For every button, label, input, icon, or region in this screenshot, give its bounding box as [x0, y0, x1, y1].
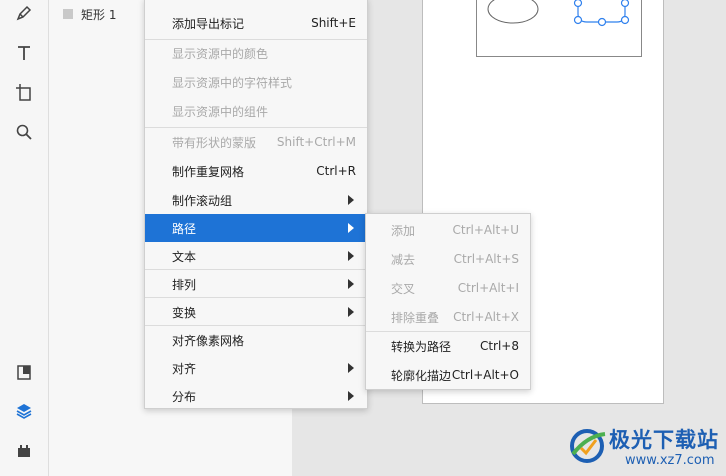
menu-item-label: 显示资源中的颜色	[172, 46, 269, 61]
menu-item-label: 对齐	[172, 361, 197, 376]
menu-item-label: 带有形状的蒙版	[172, 135, 257, 150]
pen-tool-icon[interactable]	[12, 1, 36, 25]
menu-item-add-export-mark[interactable]: 添加导出标记 Shift+E	[145, 9, 367, 37]
submenu-arrow-icon	[348, 251, 354, 261]
submenu-item-outline-stroke[interactable]: 轮廓化描边 Ctrl+Alt+O	[366, 361, 530, 389]
ellipse-shape[interactable]	[487, 0, 539, 24]
submenu-item-exclude-overlap[interactable]: 排除重叠 Ctrl+Alt+X	[366, 303, 530, 331]
menu-item-label: 交叉	[391, 281, 416, 296]
menu-item-shortcut: Shift+Ctrl+M	[276, 135, 356, 149]
menu-item-pixel-grid[interactable]: 对齐像素网格	[145, 326, 367, 354]
menu-item-label: 分布	[172, 389, 197, 404]
menu-item-label: 减去	[391, 252, 416, 267]
plugins-panel-icon[interactable]	[12, 439, 36, 463]
menu-item-shortcut: Ctrl+R	[316, 164, 356, 178]
rectangle-layer-icon	[63, 9, 73, 19]
anchor-point[interactable]	[573, 0, 583, 8]
menu-item-shortcut: Ctrl+Alt+O	[451, 368, 519, 382]
submenu-arrow-icon	[348, 307, 354, 317]
menu-item-text[interactable]: 文本	[145, 242, 367, 270]
menu-item-label: 添加	[391, 223, 416, 238]
inner-frame[interactable]	[476, 0, 642, 57]
menu-item-shortcut: Ctrl+Alt+I	[457, 281, 519, 295]
watermark-title: 极光下载站	[609, 428, 719, 452]
menu-item-label: 排列	[172, 277, 197, 292]
context-menu: 添加导出标记 Shift+E 显示资源中的颜色 显示资源中的字符样式 显示资源中…	[144, 0, 368, 409]
menu-item-shortcut: Ctrl+8	[479, 339, 519, 353]
canvas-shapes[interactable]	[477, 0, 643, 58]
menu-item-label: 对齐像素网格	[172, 333, 245, 348]
anchor-point[interactable]	[597, 17, 607, 27]
menu-item-align[interactable]: 对齐	[145, 354, 367, 382]
layers-panel-icon[interactable]	[12, 399, 36, 423]
submenu-arrow-icon	[348, 279, 354, 289]
submenu-arrow-icon	[348, 391, 354, 401]
watermark-logo-icon	[570, 429, 606, 463]
submenu-arrow-icon	[348, 195, 354, 205]
menu-item-shortcut: Ctrl+Alt+X	[453, 310, 519, 324]
menu-item-label: 轮廓化描边	[391, 368, 452, 383]
watermark: 极光下载站 www.xz7.com	[565, 416, 725, 476]
menu-item-shortcut: Ctrl+Alt+S	[453, 252, 519, 266]
submenu-item-subtract[interactable]: 减去 Ctrl+Alt+S	[366, 245, 530, 273]
submenu-item-add[interactable]: 添加 Ctrl+Alt+U	[366, 216, 530, 244]
submenu-item-convert-to-path[interactable]: 转换为路径 Ctrl+8	[366, 332, 530, 360]
menu-item-label: 排除重叠	[391, 310, 440, 325]
menu-item-mask-with-shape[interactable]: 带有形状的蒙版 Shift+Ctrl+M	[145, 128, 367, 156]
menu-item-label: 显示资源中的字符样式	[172, 75, 293, 90]
menu-item-transform[interactable]: 变换	[145, 298, 367, 326]
menu-item-distribute[interactable]: 分布	[145, 382, 367, 410]
menu-item-label: 制作滚动组	[172, 193, 233, 208]
menu-item-arrange[interactable]: 排列	[145, 270, 367, 298]
layer-item-label: 矩形 1	[81, 7, 117, 22]
menu-item-path[interactable]: 路径	[145, 214, 367, 242]
menu-item-label: 制作重复网格	[172, 164, 245, 179]
path-submenu: 添加 Ctrl+Alt+U 减去 Ctrl+Alt+S 交叉 Ctrl+Alt+…	[365, 213, 531, 390]
anchor-point[interactable]	[620, 15, 630, 25]
menu-item-label: 添加导出标记	[172, 16, 245, 31]
text-tool-icon[interactable]	[12, 41, 36, 65]
menu-item-label: 路径	[172, 221, 197, 236]
assets-panel-icon[interactable]	[12, 360, 36, 384]
menu-item-show-components[interactable]: 显示资源中的组件	[145, 97, 367, 125]
menu-item-label: 文本	[172, 249, 197, 264]
anchor-point[interactable]	[573, 15, 583, 25]
submenu-item-intersect[interactable]: 交叉 Ctrl+Alt+I	[366, 274, 530, 302]
menu-item-label: 转换为路径	[391, 339, 452, 354]
submenu-arrow-icon	[348, 363, 354, 373]
menu-item-show-colors[interactable]: 显示资源中的颜色	[145, 39, 367, 67]
menu-item-scroll-group[interactable]: 制作滚动组	[145, 186, 367, 214]
artboard-tool-icon[interactable]	[12, 80, 36, 104]
left-toolbar	[0, 0, 49, 476]
watermark-url: www.xz7.com	[625, 453, 715, 468]
anchor-point[interactable]	[620, 0, 630, 8]
menu-item-label: 变换	[172, 305, 197, 320]
menu-item-repeat-grid[interactable]: 制作重复网格 Ctrl+R	[145, 157, 367, 185]
menu-item-label: 显示资源中的组件	[172, 104, 269, 119]
submenu-arrow-icon	[348, 223, 354, 233]
menu-item-shortcut: Shift+E	[311, 16, 356, 30]
menu-item-show-char-styles[interactable]: 显示资源中的字符样式	[145, 68, 367, 96]
zoom-tool-icon[interactable]	[12, 120, 36, 144]
menu-item-shortcut: Ctrl+Alt+U	[452, 223, 520, 237]
